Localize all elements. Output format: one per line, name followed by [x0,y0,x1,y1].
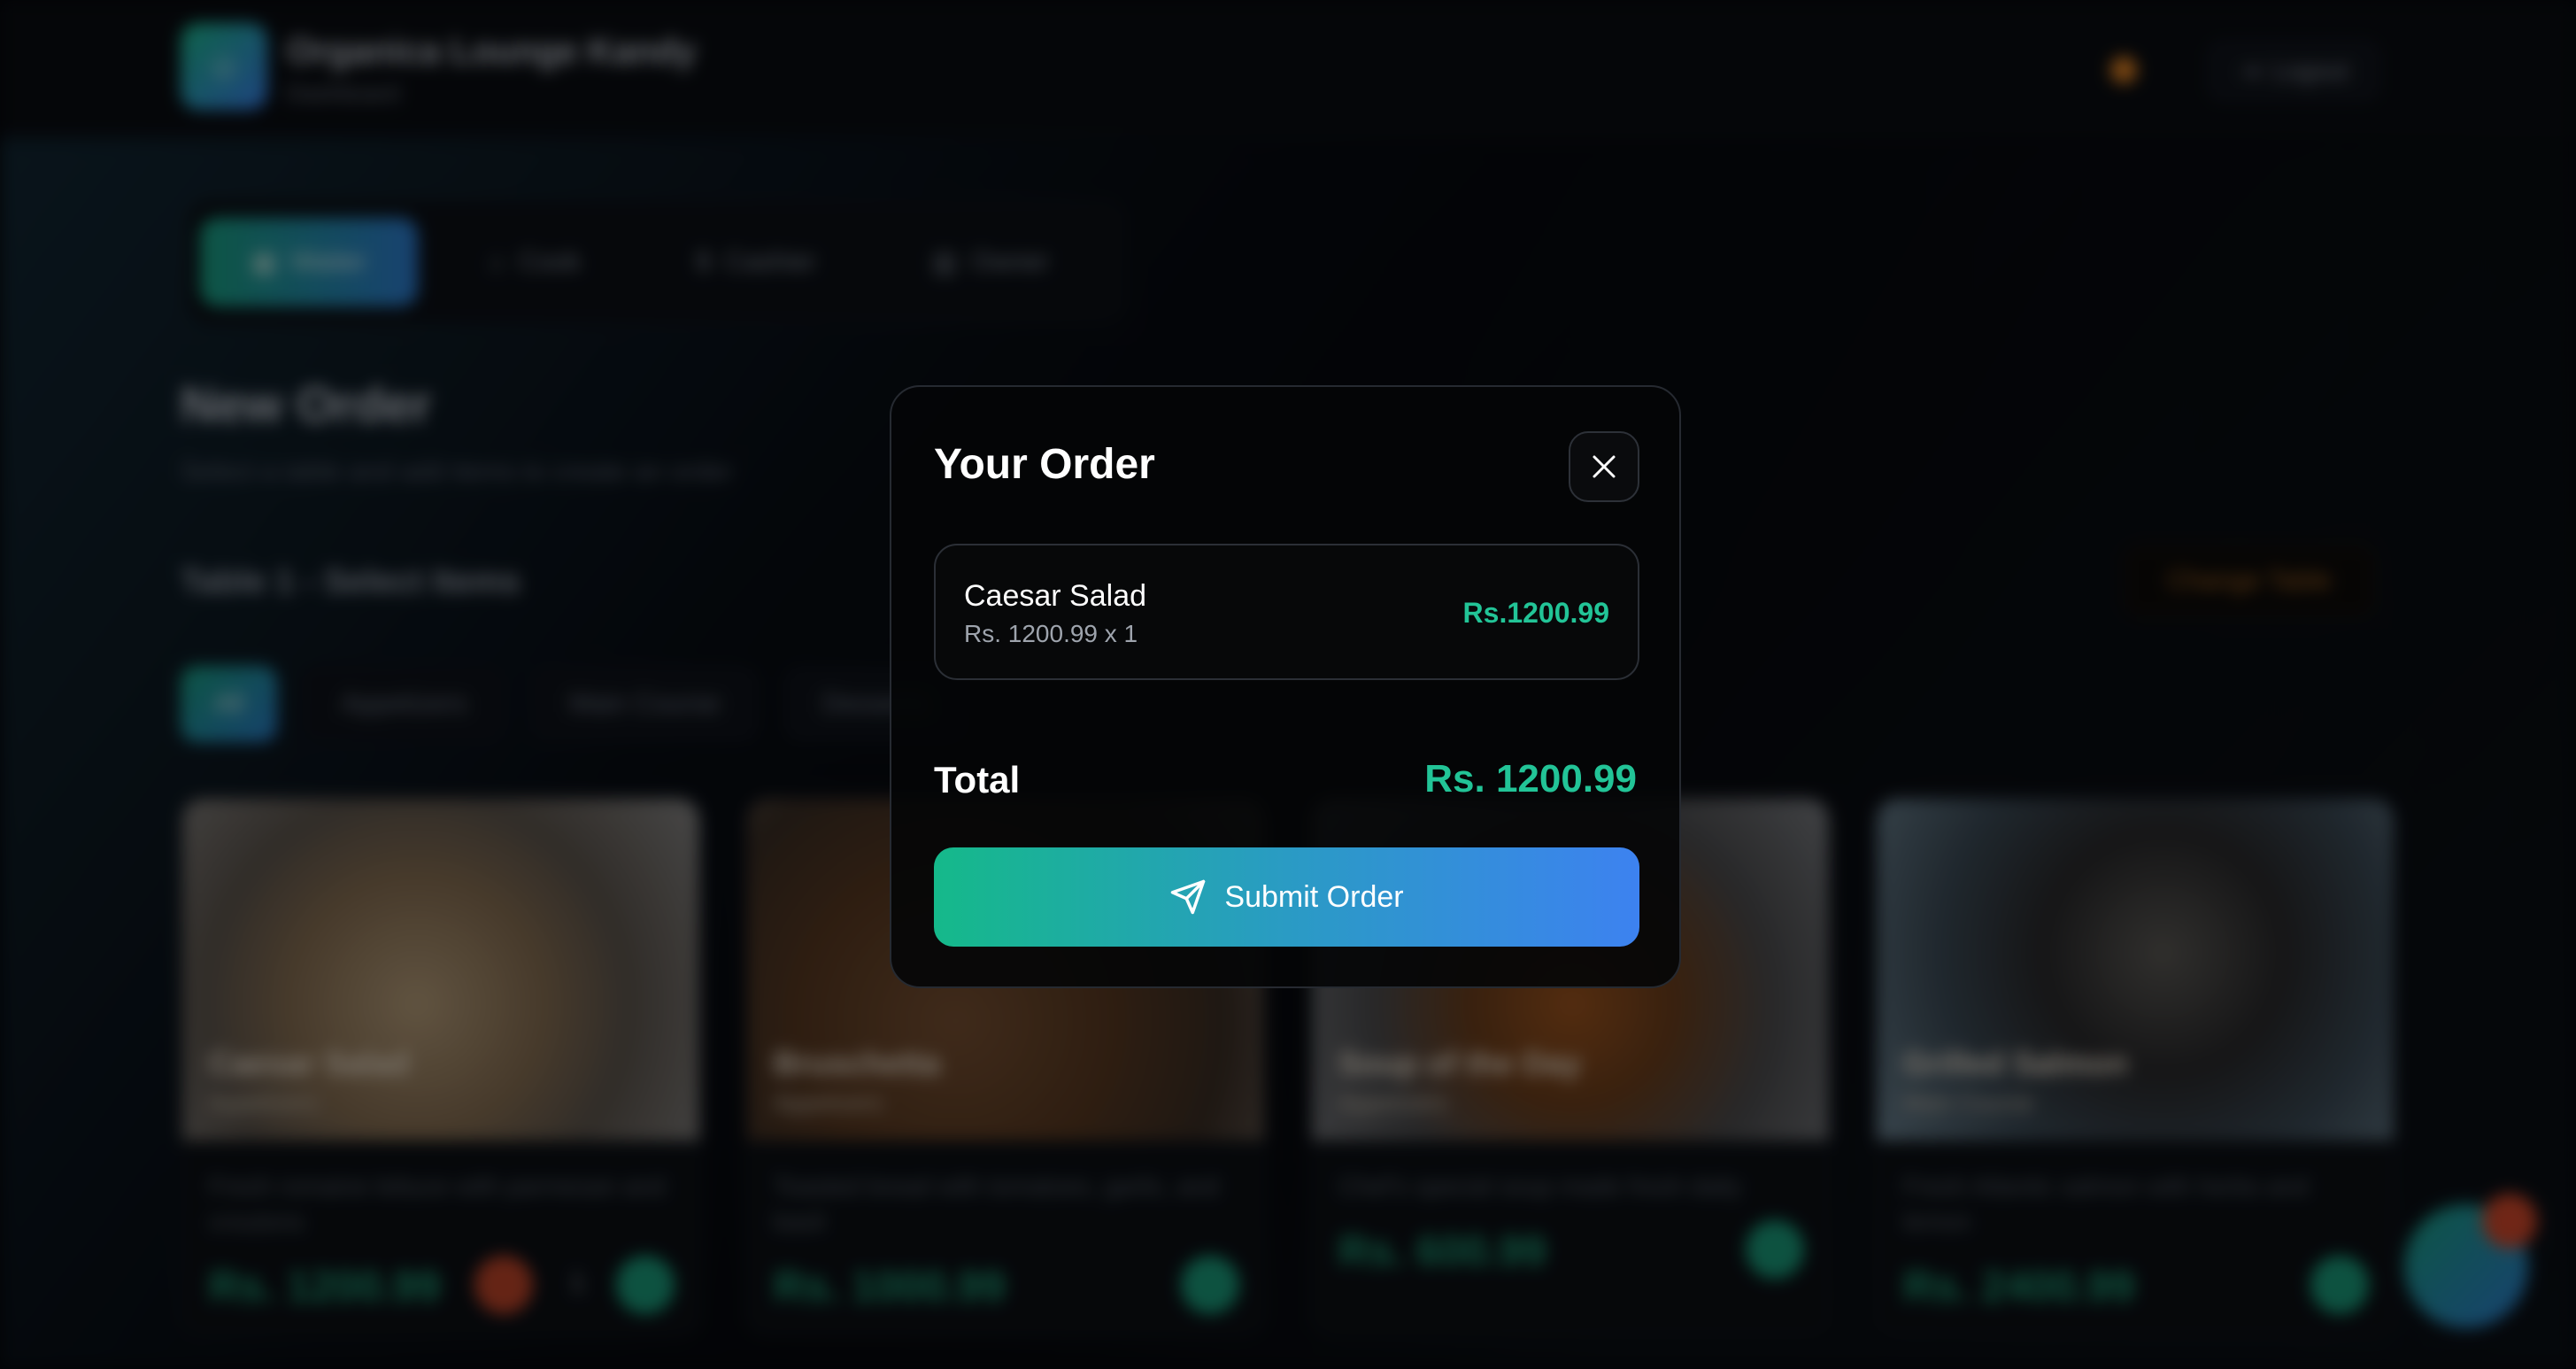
modal-title: Your Order [934,441,1155,488]
close-button[interactable] [1569,431,1639,502]
total-value: Rs. 1200.99 [1424,757,1637,801]
total-label: Total [934,759,1021,801]
close-icon [1593,455,1616,478]
submit-order-label: Submit Order [1224,879,1404,914]
order-item-unit-line: Rs. 1200.99 x 1 [964,620,1138,647]
order-item-name: Caesar Salad [964,579,1147,613]
order-item: Caesar Salad Rs. 1200.99 x 1 Rs.1200.99 [934,544,1639,680]
submit-order-button[interactable]: Submit Order [934,847,1639,947]
order-item-total: Rs.1200.99 [1462,597,1609,629]
send-icon [1171,879,1206,915]
order-modal: Your Order Caesar Salad Rs. 1200.99 x 1 … [890,385,1681,988]
